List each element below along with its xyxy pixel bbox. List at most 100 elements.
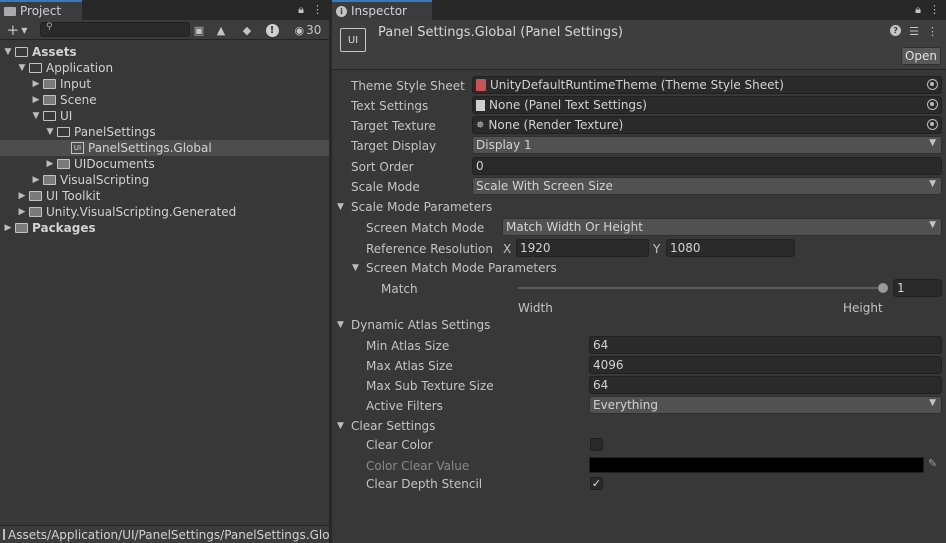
tree-item[interactable]: UI PanelSettings.Global xyxy=(0,140,329,156)
collapsed-arrow-icon[interactable]: ▶ xyxy=(16,207,28,217)
theme-style-sheet-field[interactable]: UnityDefaultRuntimeTheme (Theme Style Sh… xyxy=(472,76,942,94)
object-picker-icon[interactable] xyxy=(927,119,938,130)
active-filters-dropdown[interactable]: Everything ▼ xyxy=(589,396,942,414)
tree-item-label: UI xyxy=(60,109,73,123)
log-button[interactable]: ! xyxy=(262,21,282,39)
inspector-header: UI Panel Settings.Global (Panel Settings… xyxy=(332,20,946,70)
expanded-arrow-icon[interactable]: ▼ xyxy=(44,127,56,137)
eyedropper-icon[interactable]: ✎ xyxy=(928,457,937,470)
clear-settings-header: Clear Settings xyxy=(351,419,436,433)
max-sub-texture-size-input[interactable]: 64 xyxy=(589,376,942,394)
expanded-arrow-icon[interactable]: ▼ xyxy=(2,47,14,57)
scale-mode-parameters-foldout[interactable]: ▼ Scale Mode Parameters xyxy=(337,200,492,214)
clear-color-checkbox[interactable] xyxy=(590,438,603,451)
open-button[interactable]: Open xyxy=(901,47,941,65)
object-picker-icon[interactable] xyxy=(927,79,938,90)
tree-item[interactable]: ▼ Application xyxy=(0,60,329,76)
folder-icon xyxy=(43,95,56,105)
collapsed-arrow-icon[interactable]: ▶ xyxy=(30,175,42,185)
sort-order-input[interactable]: 0 xyxy=(472,157,942,175)
tree-item-label: Packages xyxy=(32,221,96,235)
tree-item[interactable]: ▼ PanelSettings xyxy=(0,124,329,140)
folder-icon xyxy=(4,6,16,16)
tree-item-label: PanelSettings.Global xyxy=(88,141,212,155)
more-menu-icon[interactable]: ⋮ xyxy=(927,25,938,38)
search-by-type-button[interactable]: ▣ xyxy=(189,21,209,39)
eye-hidden-icon: ◉ xyxy=(294,23,305,37)
dynamic-atlas-settings-foldout[interactable]: ▼ Dynamic Atlas Settings xyxy=(337,318,490,332)
tag-icon: ◆ xyxy=(242,23,252,37)
min-atlas-size-input[interactable]: 64 xyxy=(589,336,942,354)
collapsed-arrow-icon[interactable]: ▶ xyxy=(30,79,42,89)
tree-item[interactable]: ▶ VisualScripting xyxy=(0,172,329,188)
hidden-packages-toggle[interactable]: ◉ 30 xyxy=(290,21,326,39)
filter-by-label-button[interactable]: ◆ xyxy=(237,21,257,39)
tree-item-label: Scene xyxy=(60,93,97,107)
collapsed-arrow-icon[interactable]: ▶ xyxy=(30,95,42,105)
target-display-label: Target Display xyxy=(351,139,437,153)
chevron-down-icon: ▼ xyxy=(929,179,936,189)
tree-item-label: Unity.VisualScripting.Generated xyxy=(46,205,237,219)
chevron-down-icon: ▼ xyxy=(929,138,936,148)
text-settings-field[interactable]: None (Panel Text Settings) xyxy=(472,96,942,114)
clear-settings-foldout[interactable]: ▼ Clear Settings xyxy=(337,419,435,433)
active-filters-label: Active Filters xyxy=(366,399,443,413)
color-clear-value-field[interactable] xyxy=(589,457,924,473)
expanded-arrow-icon[interactable]: ▼ xyxy=(16,63,28,73)
preset-icon[interactable]: ☰ xyxy=(909,25,919,38)
search-icon: ⚲ xyxy=(46,22,53,32)
tree-item[interactable]: ▶ Input xyxy=(0,76,329,92)
inspector-panel: i Inspector 🔒︎ ⋮ UI Panel Settings.Globa… xyxy=(332,0,946,543)
tree-item-label: PanelSettings xyxy=(74,125,156,139)
chevron-down-icon: ▼ xyxy=(929,398,936,408)
more-menu-icon[interactable]: ⋮ xyxy=(929,3,940,17)
folder-icon xyxy=(43,175,56,185)
reference-y-input[interactable]: 1080 xyxy=(666,239,795,257)
help-icon[interactable]: ? xyxy=(890,25,902,36)
search-input[interactable]: ⚲ xyxy=(40,22,190,37)
tab-project[interactable]: Project xyxy=(0,0,82,20)
reference-x-label: X xyxy=(503,242,512,256)
screen-match-mode-dropdown[interactable]: Match Width Or Height ▼ xyxy=(502,218,942,236)
collapsed-arrow-icon[interactable]: ▶ xyxy=(2,223,14,233)
more-menu-icon[interactable]: ⋮ xyxy=(312,3,323,17)
tree-item[interactable]: ▶ Scene xyxy=(0,92,329,108)
tree-item[interactable]: ▶ Unity.VisualScripting.Generated xyxy=(0,204,329,220)
reference-x-input[interactable]: 1920 xyxy=(516,239,649,257)
tab-inspector[interactable]: i Inspector xyxy=(332,0,432,20)
tree-item-label: UIDocuments xyxy=(74,157,155,171)
info-icon: i xyxy=(336,5,347,17)
lock-icon[interactable]: 🔒︎ xyxy=(915,3,921,17)
lock-icon[interactable]: 🔒︎ xyxy=(298,3,304,17)
clear-depth-stencil-checkbox[interactable]: ✓ xyxy=(590,477,603,490)
match-input[interactable]: 1 xyxy=(893,279,942,297)
warning-icon: ! xyxy=(265,23,279,37)
scale-mode-dropdown[interactable]: Scale With Screen Size ▼ xyxy=(472,177,942,195)
target-display-dropdown[interactable]: Display 1 ▼ xyxy=(472,136,942,154)
tree-item[interactable]: ▶ UIDocuments xyxy=(0,156,329,172)
match-slider-thumb[interactable] xyxy=(878,283,888,293)
screen-match-mode-parameters-foldout[interactable]: ▼ Screen Match Mode Parameters xyxy=(352,261,557,275)
tree-item[interactable]: ▶ Packages xyxy=(0,220,329,236)
collapsed-arrow-icon[interactable]: ▶ xyxy=(16,191,28,201)
match-slider[interactable] xyxy=(518,279,888,297)
plus-icon: + xyxy=(6,21,20,39)
reference-y-label: Y xyxy=(653,242,661,256)
render-texture-icon: ✵ xyxy=(476,119,485,131)
tree-item[interactable]: ▼ UI xyxy=(0,108,329,124)
expanded-arrow-icon[interactable]: ▼ xyxy=(30,111,42,121)
tree-item[interactable]: ▼ Assets xyxy=(0,44,329,60)
tree-item[interactable]: ▶ UI Toolkit xyxy=(0,188,329,204)
screen-match-mode-parameters-header: Screen Match Mode Parameters xyxy=(366,261,557,275)
scale-mode-value: Scale With Screen Size xyxy=(476,179,613,193)
collapsed-arrow-icon[interactable]: ▶ xyxy=(44,159,56,169)
max-atlas-size-input[interactable]: 4096 xyxy=(589,356,942,374)
document-icon xyxy=(476,99,485,111)
dynamic-atlas-settings-header: Dynamic Atlas Settings xyxy=(351,318,491,332)
target-texture-value: None (Render Texture) xyxy=(488,118,624,132)
filter-by-type-button[interactable]: ▲ xyxy=(211,21,231,39)
target-texture-field[interactable]: ✵ None (Render Texture) xyxy=(472,116,942,134)
max-sub-texture-size-label: Max Sub Texture Size xyxy=(366,379,494,393)
create-button[interactable]: + ▼ xyxy=(2,21,32,39)
object-picker-icon[interactable] xyxy=(927,99,938,110)
